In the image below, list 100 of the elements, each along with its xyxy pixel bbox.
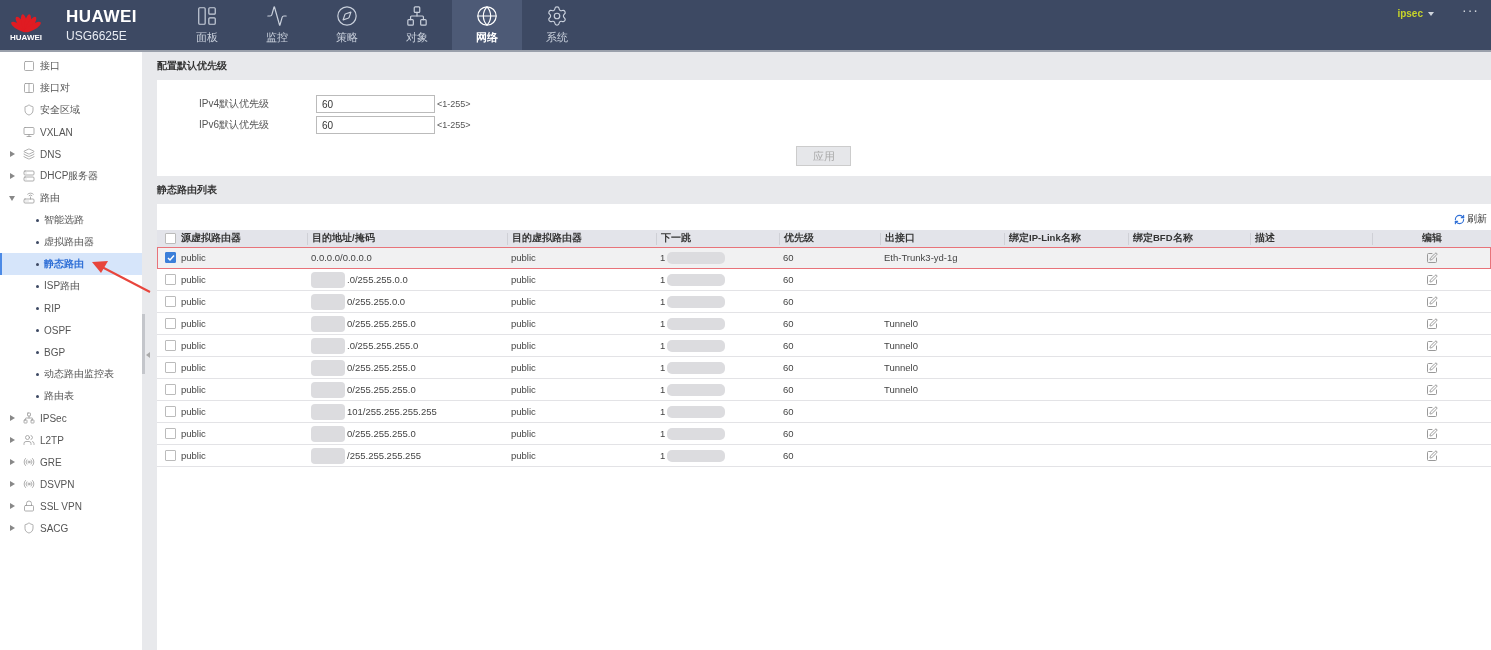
table-row[interactable]: public 101/255.255.255.255 public 1 60 [157, 401, 1491, 423]
table-cell: 0.0.0.0/0.0.0.0 [311, 252, 372, 263]
sidebar-item[interactable]: 路由表 [0, 385, 142, 407]
redaction-smudge [311, 315, 345, 332]
redaction-smudge [311, 425, 345, 442]
redaction-smudge [311, 447, 345, 464]
row-checkbox[interactable] [165, 362, 176, 373]
bullet-icon [36, 262, 39, 266]
table-cell: 0/255.255.255.0 [347, 428, 416, 439]
table-cell: 1 [660, 296, 666, 307]
sidebar-item[interactable]: 静态路由 [0, 253, 142, 275]
sidebar-item[interactable]: OSPF [0, 319, 142, 341]
row-checkbox[interactable] [165, 384, 176, 395]
sidebar-item[interactable]: DHCP服务器 [0, 165, 142, 187]
table-cell: 1 [660, 362, 666, 373]
table-cell-text: public [510, 252, 537, 263]
table-row[interactable]: public /255.255.255.255 public 1 60 [157, 445, 1491, 467]
nav-tab[interactable]: 面板 [172, 0, 242, 50]
expander-icon [9, 151, 15, 157]
bullet-icon [36, 350, 39, 354]
table-cell-text: Tunnel0 [883, 340, 919, 351]
sidebar-item[interactable]: 动态路由监控表 [0, 363, 142, 385]
table-cell-text: public [510, 428, 537, 439]
lock-icon [23, 500, 35, 512]
range-hint: <1-255> [437, 99, 471, 109]
table-row[interactable]: public 0/255.255.255.0 public 1 60 Tunnel0 [157, 357, 1491, 379]
layers-icon [23, 148, 35, 160]
priority-input[interactable]: 60 [316, 116, 435, 134]
user-menu[interactable]: ipsec [1397, 8, 1423, 50]
sidebar-item[interactable]: SACG [0, 517, 142, 539]
row-checkbox[interactable] [165, 428, 176, 439]
more-button[interactable]: ··· [1462, 2, 1479, 50]
sidebar-item[interactable]: 智能选路 [0, 209, 142, 231]
redaction-smudge [311, 381, 345, 398]
table-cell: 1 [660, 406, 666, 417]
table-cell-text: 60 [782, 296, 795, 307]
edit-icon[interactable] [1425, 317, 1438, 330]
edit-icon[interactable] [1425, 449, 1438, 462]
table-cell-text: public [510, 274, 537, 285]
sidebar-item[interactable]: L2TP [0, 429, 142, 451]
column-header: 下一跳 [656, 232, 779, 245]
table-row[interactable]: public 0/255.255.255.0 public 1 60 [157, 423, 1491, 445]
table-cell-text: public [510, 406, 537, 417]
row-checkbox[interactable] [165, 296, 176, 307]
sidebar-item[interactable]: GRE [0, 451, 142, 473]
collapse-handle-icon[interactable] [146, 352, 150, 358]
edit-icon[interactable] [1425, 273, 1438, 286]
nav-tab[interactable]: 监控 [242, 0, 312, 50]
edit-icon[interactable] [1425, 295, 1438, 308]
sidebar-item[interactable]: ISP路由 [0, 275, 142, 297]
table-row[interactable]: public 0/255.255.255.0 public 1 60 Tunnel0 [157, 379, 1491, 401]
row-checkbox[interactable] [165, 252, 176, 263]
priority-input[interactable]: 60 [316, 95, 435, 113]
table-cell: .0/255.255.255.0 [347, 340, 419, 351]
hierarchy-icon [23, 412, 35, 424]
sidebar-item[interactable]: IPSec [0, 407, 142, 429]
nav-tab[interactable]: 系统 [522, 0, 592, 50]
nav-tab[interactable]: 策略 [312, 0, 382, 50]
router-icon [23, 192, 35, 204]
expander-icon [9, 459, 15, 465]
row-checkbox[interactable] [165, 340, 176, 351]
sidebar-item[interactable]: 接口 [0, 55, 142, 77]
sidebar-item[interactable]: DNS [0, 143, 142, 165]
row-checkbox[interactable] [165, 318, 176, 329]
table-cell: public [181, 450, 206, 461]
sidebar-item[interactable]: SSL VPN [0, 495, 142, 517]
table-cell-text: 60 [782, 450, 795, 461]
edit-icon[interactable] [1425, 405, 1438, 418]
edit-icon[interactable] [1425, 361, 1438, 374]
nav-tab[interactable]: 对象 [382, 0, 452, 50]
redaction-smudge [311, 359, 345, 376]
edit-icon[interactable] [1425, 339, 1438, 352]
select-all-checkbox[interactable] [165, 233, 176, 244]
redaction-smudge [667, 273, 726, 286]
sidebar-item[interactable]: VXLAN [0, 121, 142, 143]
table-row[interactable]: public .0/255.255.0.0 public 1 60 [157, 269, 1491, 291]
edit-icon[interactable] [1425, 383, 1438, 396]
nav-tab[interactable]: 网络 [452, 0, 522, 50]
table-row[interactable]: public 0/255.255.0.0 public 1 60 [157, 291, 1491, 313]
sidebar-item[interactable]: 安全区域 [0, 99, 142, 121]
row-checkbox[interactable] [165, 450, 176, 461]
refresh-button[interactable]: 刷新 [1454, 212, 1487, 226]
redaction-smudge [667, 361, 726, 374]
table-row[interactable]: public .0/255.255.255.0 public 1 60 Tunnel0 [157, 335, 1491, 357]
table-cell-text: public [510, 340, 537, 351]
sidebar-item[interactable]: 虚拟路由器 [0, 231, 142, 253]
table-row[interactable]: public 0/255.255.255.0 public 1 60 Tunnel0 [157, 313, 1491, 335]
sidebar-item[interactable]: DSVPN [0, 473, 142, 495]
scrollbar[interactable] [142, 314, 145, 374]
row-checkbox[interactable] [165, 274, 176, 285]
edit-icon[interactable] [1425, 427, 1438, 440]
sidebar-item[interactable]: RIP [0, 297, 142, 319]
sidebar-item[interactable]: BGP [0, 341, 142, 363]
sidebar-item[interactable]: 路由 [0, 187, 142, 209]
row-checkbox[interactable] [165, 406, 176, 417]
edit-icon[interactable] [1425, 251, 1438, 264]
table-row[interactable]: public 0.0.0.0/0.0.0.0 public 1 60 Eth-Trunk3-yd-1g [157, 247, 1491, 269]
shield-icon [23, 104, 35, 116]
sidebar-item[interactable]: 接口对 [0, 77, 142, 99]
redaction-smudge [667, 405, 726, 418]
